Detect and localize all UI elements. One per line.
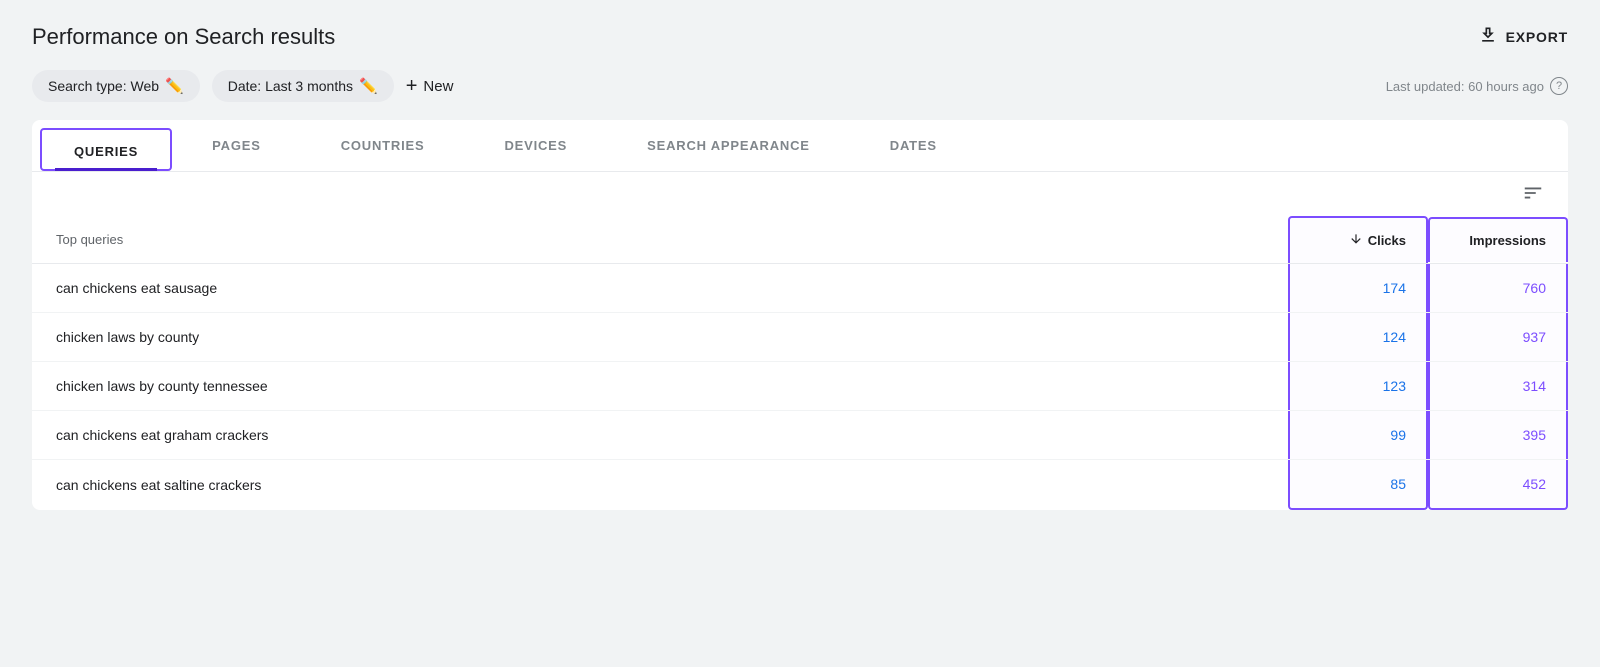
page-title: Performance on Search results: [32, 24, 335, 50]
last-updated: Last updated: 60 hours ago ?: [1386, 77, 1568, 95]
search-type-label: Search type: Web: [48, 78, 159, 94]
tab-dates[interactable]: DATES: [850, 120, 977, 171]
impressions-value: 395: [1523, 427, 1546, 443]
clicks-value: 99: [1390, 427, 1406, 443]
clicks-value: 124: [1383, 329, 1406, 345]
impressions-value: 314: [1523, 378, 1546, 394]
date-filter[interactable]: Date: Last 3 months ✏️: [212, 70, 394, 102]
table-row: chicken laws by county tennessee 123 314: [32, 362, 1568, 411]
clicks-value: 123: [1383, 378, 1406, 394]
top-queries-label: Top queries: [32, 218, 1288, 261]
impressions-column-header[interactable]: Impressions: [1428, 217, 1568, 262]
edit-search-type-icon: ✏️: [165, 77, 184, 95]
main-card: QUERIES PAGES COUNTRIES DEVICES SEARCH A…: [32, 120, 1568, 510]
table-header: Top queries Clicks Impressions: [32, 216, 1568, 264]
sort-arrow-icon: [1349, 232, 1363, 249]
clicks-cell: 99: [1288, 411, 1428, 459]
query-cell: can chickens eat saltine crackers: [32, 461, 1288, 509]
clicks-cell: 124: [1288, 313, 1428, 361]
tab-search-appearance[interactable]: SEARCH APPEARANCE: [607, 120, 850, 171]
search-type-filter[interactable]: Search type: Web ✏️: [32, 70, 200, 102]
query-cell: chicken laws by county tennessee: [32, 362, 1288, 410]
query-cell: can chickens eat sausage: [32, 264, 1288, 312]
tabs-row: QUERIES PAGES COUNTRIES DEVICES SEARCH A…: [32, 120, 1568, 172]
impressions-header-label: Impressions: [1450, 233, 1546, 248]
impressions-value: 937: [1523, 329, 1546, 345]
export-label: EXPORT: [1506, 29, 1568, 45]
new-label: New: [423, 78, 453, 95]
impressions-cell: 937: [1428, 313, 1568, 361]
new-filter-button[interactable]: + New: [406, 75, 454, 98]
impressions-value: 452: [1523, 476, 1546, 492]
edit-date-icon: ✏️: [359, 77, 378, 95]
table-wrapper: Top queries Clicks Impressions: [32, 216, 1568, 510]
help-icon[interactable]: ?: [1550, 77, 1568, 95]
impressions-value: 760: [1523, 280, 1546, 296]
clicks-cell: 123: [1288, 362, 1428, 410]
impressions-cell: 760: [1428, 264, 1568, 312]
clicks-value: 85: [1390, 476, 1406, 492]
table-row: chicken laws by county 124 937: [32, 313, 1568, 362]
data-table: Top queries Clicks Impressions: [32, 216, 1568, 510]
clicks-value: 174: [1383, 280, 1406, 296]
tab-countries[interactable]: COUNTRIES: [301, 120, 465, 171]
clicks-header-label: Clicks: [1368, 233, 1406, 248]
table-row: can chickens eat graham crackers 99 395: [32, 411, 1568, 460]
table-row: can chickens eat saltine crackers 85 452: [32, 460, 1568, 510]
clicks-cell: 85: [1288, 460, 1428, 510]
table-row: can chickens eat sausage 174 760: [32, 264, 1568, 313]
impressions-cell: 314: [1428, 362, 1568, 410]
export-button[interactable]: EXPORT: [1478, 25, 1568, 50]
query-cell: chicken laws by county: [32, 313, 1288, 361]
impressions-cell: 395: [1428, 411, 1568, 459]
plus-icon: +: [406, 75, 418, 98]
date-label: Date: Last 3 months: [228, 78, 353, 94]
clicks-column-header[interactable]: Clicks: [1288, 216, 1428, 263]
impressions-cell: 452: [1428, 460, 1568, 510]
tab-devices[interactable]: DEVICES: [464, 120, 607, 171]
clicks-cell: 174: [1288, 264, 1428, 312]
tab-queries[interactable]: QUERIES: [40, 128, 172, 171]
filter-lines-icon[interactable]: [1522, 182, 1544, 210]
query-cell: can chickens eat graham crackers: [32, 411, 1288, 459]
export-icon: [1478, 25, 1498, 50]
tab-pages[interactable]: PAGES: [172, 120, 301, 171]
